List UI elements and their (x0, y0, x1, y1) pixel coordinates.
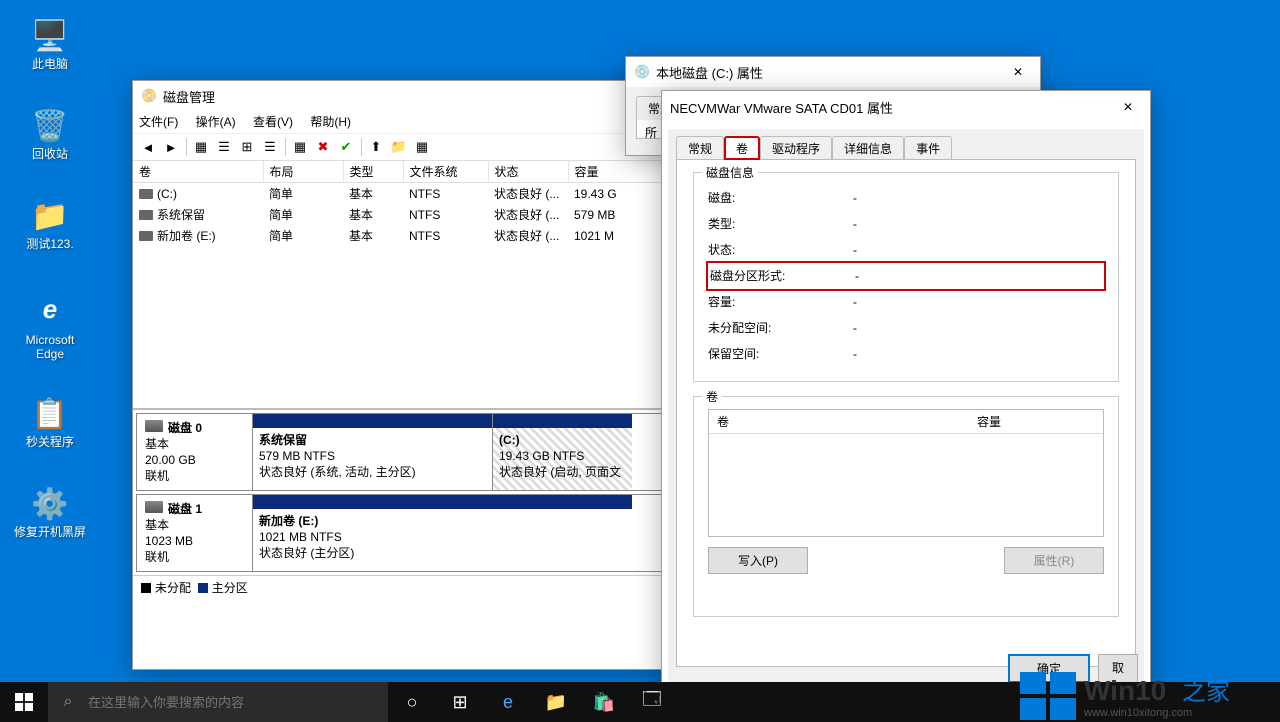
dm-disk-panel: 磁盘 0基本20.00 GB联机系统保留579 MB NTFS状态良好 (系统,… (133, 408, 731, 599)
partition[interactable]: 新加卷 (E:)1021 MB NTFS状态良好 (主分区) (252, 495, 632, 571)
vol-col-name[interactable]: 卷 (709, 410, 969, 433)
info-field: 保留空间:- (708, 341, 1104, 367)
dm-title: 磁盘管理 (163, 87, 215, 106)
prop2-titlebar[interactable]: NECVMWar VMware SATA CD01 属性 ✕ (662, 91, 1150, 123)
info-field: 磁盘:- (708, 185, 1104, 211)
tb-btn[interactable]: ☰ (213, 136, 235, 158)
start-button[interactable] (0, 682, 48, 722)
computer-icon: 🖥️ (32, 18, 68, 54)
group-diskinfo: 磁盘信息 磁盘:-类型:-状态:-磁盘分区形式:-容量:-未分配空间:-保留空间… (693, 172, 1119, 382)
volumes-list[interactable]: 卷 容量 (708, 409, 1104, 537)
group-volumes: 卷 卷 容量 写入(P) 属性(R) (693, 396, 1119, 617)
drive-icon: 💿 (634, 64, 650, 80)
tb-fwd-icon[interactable]: ► (160, 136, 182, 158)
col-volume[interactable]: 卷 (133, 161, 263, 183)
volume-row[interactable]: 系统保留简单基本NTFS状态良好 (...579 MB (133, 204, 731, 225)
search-input[interactable] (88, 695, 368, 710)
explorer-taskbar-icon[interactable]: 📁 (532, 682, 580, 722)
desktop-icon-folder[interactable]: 📁测试123. (14, 198, 86, 251)
prop1-titlebar[interactable]: 💿 本地磁盘 (C:) 属性 ✕ (626, 57, 1040, 87)
tab-events[interactable]: 事件 (904, 136, 952, 160)
legend-swatch-primary (198, 583, 208, 593)
prop1-title: 本地磁盘 (C:) 属性 (656, 63, 763, 82)
desktop-icon-app2[interactable]: ⚙️修复开机黑屏 (14, 486, 86, 539)
ok-button[interactable]: 确定 (1008, 654, 1090, 683)
menu-file[interactable]: 文件(F) (139, 115, 178, 129)
tb-btn[interactable]: ⬆ (365, 136, 387, 158)
tab-driver[interactable]: 驱动程序 (760, 136, 832, 160)
taskbar-search[interactable]: ⌕ (48, 682, 388, 722)
col-status[interactable]: 状态 (488, 161, 568, 183)
vol-col-capacity[interactable]: 容量 (969, 410, 1009, 433)
disk-row: 磁盘 0基本20.00 GB联机系统保留579 MB NTFS状态良好 (系统,… (136, 413, 728, 491)
close-icon[interactable]: ✕ (1114, 96, 1142, 118)
prop2-tab-content: 磁盘信息 磁盘:-类型:-状态:-磁盘分区形式:-容量:-未分配空间:-保留空间… (676, 159, 1136, 667)
desktop-icon-edge[interactable]: eMicrosoft Edge (14, 288, 86, 361)
desktop-icon-recycle[interactable]: 🗑️回收站 (14, 108, 86, 161)
info-field: 状态:- (708, 237, 1104, 263)
info-field: 类型:- (708, 211, 1104, 237)
edge-icon: e (29, 288, 71, 330)
app-taskbar-icon[interactable]: 🗔 (628, 682, 676, 722)
info-field: 未分配空间:- (708, 315, 1104, 341)
col-fs[interactable]: 文件系统 (403, 161, 488, 183)
legend-swatch-unalloc (141, 583, 151, 593)
menu-view[interactable]: 查看(V) (253, 115, 293, 129)
taskview-icon[interactable]: ⊞ (436, 682, 484, 722)
menu-action[interactable]: 操作(A) (196, 115, 236, 129)
group-volumes-title: 卷 (702, 388, 722, 405)
partition[interactable]: (C:)19.43 GB NTFS状态良好 (启动, 页面文 (492, 414, 632, 490)
store-taskbar-icon[interactable]: 🛍️ (580, 682, 628, 722)
dialog-buttons: 确定 取 (1008, 654, 1138, 683)
windows-icon (15, 693, 33, 711)
desktop-icon-thispc[interactable]: 🖥️此电脑 (14, 18, 86, 71)
volume-row[interactable]: 新加卷 (E:)简单基本NTFS状态良好 (...1021 M (133, 225, 731, 246)
dm-app-icon: 📀 (141, 88, 157, 104)
volume-row[interactable]: (C:)简单基本NTFS状态良好 (...19.43 G (133, 183, 731, 205)
tb-btn[interactable]: ☰ (259, 136, 281, 158)
tb-btn[interactable]: ⊞ (236, 136, 258, 158)
close-icon[interactable]: ✕ (1004, 61, 1032, 83)
app-icon: 📋 (32, 396, 68, 432)
dm-legend: 未分配 主分区 (133, 575, 731, 599)
dm-volume-list[interactable]: 卷 布局 类型 文件系统 状态 容量 (C:)简单基本NTFS状态良好 (...… (133, 161, 731, 408)
group-diskinfo-title: 磁盘信息 (702, 164, 758, 181)
info-field: 磁盘分区形式:- (706, 261, 1106, 291)
cortana-icon[interactable]: ○ (388, 682, 436, 722)
recycle-icon: 🗑️ (32, 108, 68, 144)
tb-btn[interactable]: ▦ (289, 136, 311, 158)
prop2-title: NECVMWar VMware SATA CD01 属性 (670, 98, 893, 117)
disk-row: 磁盘 1基本1023 MB联机新加卷 (E:)1021 MB NTFS状态良好 … (136, 494, 728, 572)
write-button[interactable]: 写入(P) (708, 547, 808, 574)
edge-taskbar-icon[interactable]: e (484, 682, 532, 722)
col-layout[interactable]: 布局 (263, 161, 343, 183)
tb-check-icon[interactable]: ✔ (335, 136, 357, 158)
device-properties-window: NECVMWar VMware SATA CD01 属性 ✕ 常规 卷 驱动程序… (661, 90, 1151, 694)
tab-volumes[interactable]: 卷 (724, 136, 760, 160)
tb-delete-icon[interactable]: ✖ (312, 136, 334, 158)
cancel-button[interactable]: 取 (1098, 654, 1138, 683)
desktop-icon-app1[interactable]: 📋秒关程序 (14, 396, 86, 449)
folder-icon: 📁 (32, 198, 68, 234)
tb-btn[interactable]: 📁 (388, 136, 410, 158)
menu-help[interactable]: 帮助(H) (310, 115, 351, 129)
info-field: 容量:- (708, 289, 1104, 315)
col-type[interactable]: 类型 (343, 161, 403, 183)
search-icon: ⌕ (48, 693, 88, 711)
properties-button: 属性(R) (1004, 547, 1104, 574)
tb-btn[interactable]: ▦ (190, 136, 212, 158)
tb-back-icon[interactable]: ◄ (137, 136, 159, 158)
taskbar: ⌕ ○ ⊞ e 📁 🛍️ 🗔 (0, 682, 1280, 722)
partition[interactable]: 系统保留579 MB NTFS状态良好 (系统, 活动, 主分区) (252, 414, 492, 490)
tb-btn[interactable]: ▦ (411, 136, 433, 158)
tab-details[interactable]: 详细信息 (832, 136, 904, 160)
tab-general[interactable]: 常规 (676, 136, 724, 160)
prop2-tabs: 常规 卷 驱动程序 详细信息 事件 (676, 136, 1136, 160)
gear-icon: ⚙️ (32, 486, 68, 522)
disk-management-window: 📀 磁盘管理 文件(F) 操作(A) 查看(V) 帮助(H) ◄ ► ▦ ☰ ⊞… (132, 80, 732, 670)
